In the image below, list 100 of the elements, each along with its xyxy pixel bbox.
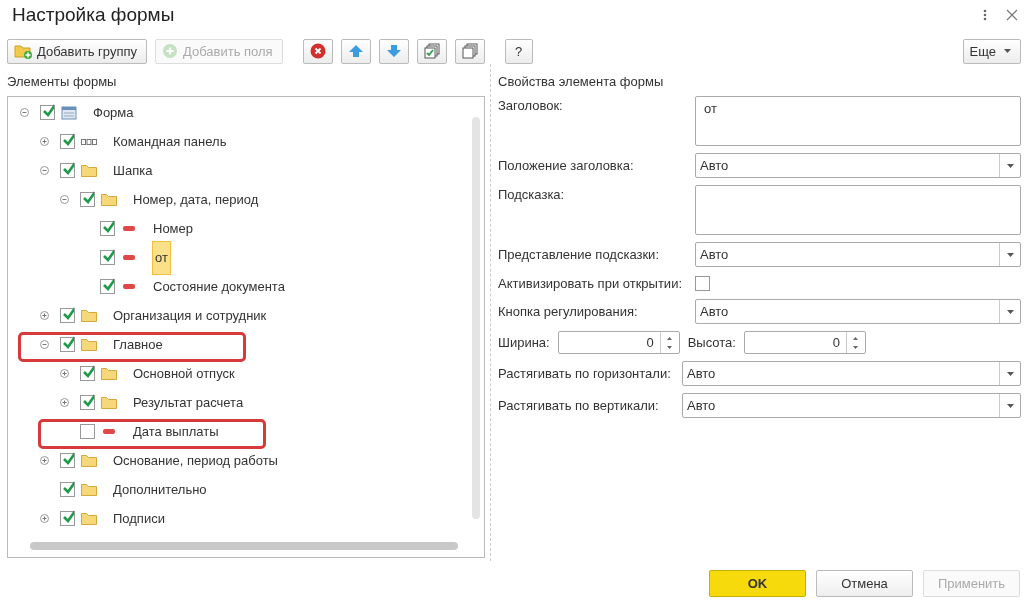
window-icon — [61, 105, 77, 120]
more-button[interactable]: Еще — [962, 38, 1021, 64]
tree-item[interactable]: Основной отпуск — [132, 364, 236, 383]
field-icon — [103, 429, 115, 434]
folder-icon — [81, 512, 97, 525]
spinner-arrows-icon — [853, 335, 859, 350]
add-group-button[interactable]: Добавить группу — [7, 38, 147, 64]
close-icon[interactable] — [1006, 9, 1018, 21]
dropdown-field[interactable]: Авто — [682, 361, 1021, 386]
dropdown-field[interactable]: Авто — [695, 299, 1021, 324]
text-area[interactable]: от — [695, 96, 1021, 146]
dialog-button[interactable]: Отмена — [816, 570, 913, 597]
caret-icon — [1006, 309, 1014, 314]
panel-title: Свойства элемента формы — [498, 74, 665, 91]
tree-item[interactable]: Главное — [112, 335, 164, 354]
folder-icon — [81, 338, 97, 351]
tree-item[interactable]: Основание, период работы — [112, 451, 279, 470]
checkbox[interactable] — [80, 192, 95, 207]
tree-item[interactable]: Организация и сотрудник — [112, 306, 268, 325]
number-field[interactable]: 0 — [557, 331, 680, 354]
checkbox[interactable] — [60, 453, 75, 468]
dropdown-field[interactable]: Авто — [695, 242, 1021, 267]
tree-item[interactable]: Результат расчета — [132, 393, 245, 412]
check-all-button[interactable] — [416, 38, 447, 64]
delete-icon — [309, 43, 326, 59]
checkbox[interactable] — [60, 163, 75, 178]
field-label: Положение заголовка: — [498, 158, 635, 173]
caret-icon — [1006, 403, 1014, 408]
checkbox[interactable] — [100, 250, 115, 265]
folder-icon — [81, 164, 97, 177]
arrow-down-icon — [385, 44, 402, 58]
folder-plus-icon — [14, 43, 32, 59]
collapse-icon[interactable] — [40, 166, 49, 175]
checkbox[interactable] — [60, 308, 75, 323]
field-label: Высота: — [687, 335, 736, 350]
move-up-button[interactable] — [340, 38, 371, 64]
vertical-scrollbar[interactable] — [472, 117, 480, 519]
spinner-arrows-icon — [667, 335, 673, 350]
expand-icon[interactable] — [40, 137, 49, 146]
tree-item[interactable]: Шапка — [112, 161, 154, 180]
window-title: Настройка формы — [12, 4, 175, 26]
dropdown-field[interactable]: Авто — [695, 153, 1021, 178]
collapse-icon[interactable] — [60, 195, 69, 204]
tree-item[interactable]: Состояние документа — [152, 277, 286, 296]
uncheck-all-button[interactable] — [454, 38, 485, 64]
expand-icon[interactable] — [60, 369, 69, 378]
tree-item[interactable]: Дата выплаты — [132, 422, 220, 441]
tree-item[interactable]: Номер, дата, период — [132, 190, 260, 209]
checkbox[interactable] — [100, 279, 115, 294]
plus-circle-icon — [162, 43, 178, 59]
tree-item[interactable]: Дополнительно — [112, 480, 208, 499]
horizontal-scrollbar[interactable] — [30, 542, 458, 550]
folder-icon — [81, 483, 97, 496]
field-label: Подсказка: — [498, 187, 566, 202]
expand-icon[interactable] — [40, 311, 49, 320]
arrow-up-icon — [347, 44, 364, 58]
tree-item[interactable]: Форма — [92, 103, 135, 122]
field-label: Заголовок: — [498, 98, 564, 113]
checkbox[interactable] — [60, 134, 75, 149]
checkbox[interactable] — [80, 395, 95, 410]
tree-item[interactable]: от — [152, 240, 171, 275]
field-icon — [123, 226, 135, 231]
checkbox[interactable] — [695, 275, 710, 291]
checkbox[interactable] — [60, 337, 75, 352]
checkbox[interactable] — [60, 511, 75, 526]
dropdown-field[interactable]: Авто — [682, 393, 1021, 418]
tree-item[interactable]: Подписи — [112, 509, 166, 528]
checkbox[interactable] — [100, 221, 115, 236]
field-label: Растягивать по горизонтали: — [498, 366, 672, 381]
expand-icon[interactable] — [40, 514, 49, 523]
tree-item[interactable]: Номер — [152, 219, 194, 238]
field-label: Растягивать по вертикали: — [498, 398, 660, 413]
delete-button[interactable] — [302, 38, 333, 64]
collapse-icon[interactable] — [40, 340, 49, 349]
caret-icon — [1006, 163, 1014, 168]
stacked-boxes-icon — [461, 43, 478, 59]
caret-icon — [1006, 371, 1014, 376]
checkbox[interactable] — [40, 105, 55, 120]
folder-icon — [81, 454, 97, 467]
checkbox[interactable] — [80, 366, 95, 381]
text-area[interactable] — [695, 185, 1021, 235]
checked-boxes-icon — [423, 43, 440, 59]
move-down-button[interactable] — [378, 38, 409, 64]
ok-button[interactable]: OK — [709, 570, 806, 597]
field-icon — [123, 255, 135, 260]
collapse-icon[interactable] — [20, 108, 29, 117]
field-label: Ширина: — [498, 335, 550, 350]
checkbox[interactable] — [80, 424, 95, 439]
field-label: Представление подсказки: — [498, 247, 660, 262]
expand-icon[interactable] — [60, 398, 69, 407]
number-field[interactable]: 0 — [743, 331, 866, 354]
field-icon — [123, 284, 135, 289]
field-label: Активизировать при открытии: — [498, 275, 683, 291]
field-label: Кнопка регулирования: — [498, 304, 639, 319]
checkbox[interactable] — [60, 482, 75, 497]
tree-item[interactable]: Командная панель — [112, 132, 228, 151]
help-button[interactable]: ? — [504, 38, 533, 64]
expand-icon[interactable] — [40, 456, 49, 465]
more-options-icon[interactable] — [982, 8, 988, 22]
folder-icon — [101, 367, 117, 380]
